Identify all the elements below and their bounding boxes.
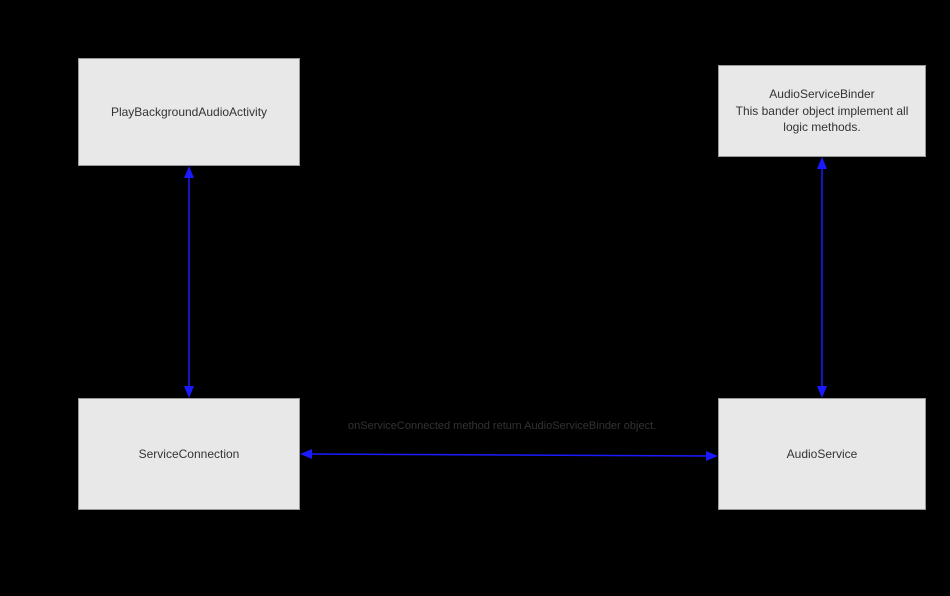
- box-label: AudioService: [787, 446, 858, 463]
- box-service-connection: ServiceConnection: [78, 398, 300, 510]
- box-label: ServiceConnection: [139, 446, 240, 463]
- box-audio-service: AudioService: [718, 398, 926, 510]
- box-label-line3: logic methods.: [736, 119, 909, 136]
- box-label-line2: This bander object implement all: [736, 103, 909, 120]
- box-label: PlayBackgroundAudioActivity: [111, 104, 267, 121]
- box-play-background-audio-activity: PlayBackgroundAudioActivity: [78, 58, 300, 166]
- box-audio-service-binder: AudioServiceBinder This bander object im…: [718, 65, 926, 157]
- edge-label-on-service-connected: onServiceConnected method return AudioSe…: [348, 420, 656, 432]
- box-label-line1: AudioServiceBinder: [736, 86, 909, 103]
